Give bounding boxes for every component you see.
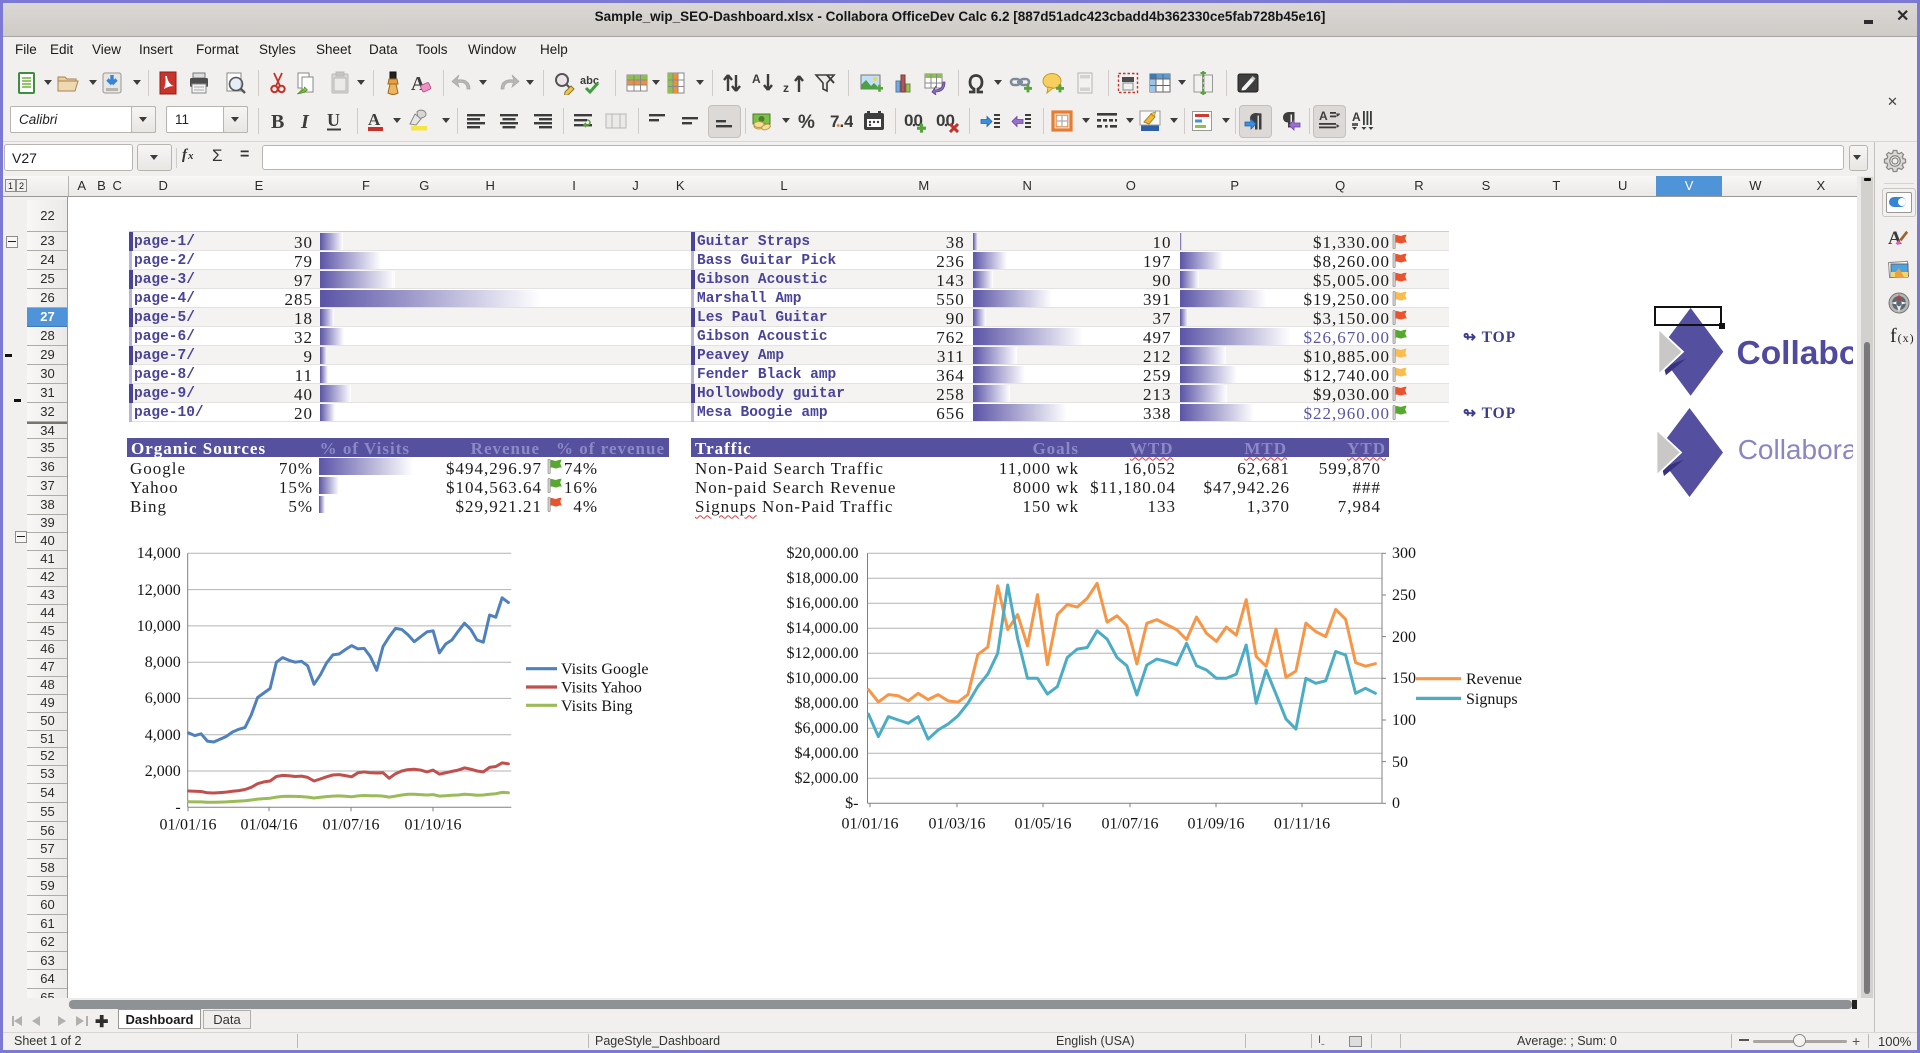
svg-text:A: A — [1888, 228, 1902, 249]
svg-text:A: A — [1352, 110, 1361, 124]
svg-text:50: 50 — [1392, 754, 1408, 771]
svg-text:01/04/16: 01/04/16 — [241, 816, 298, 833]
svg-text:01/01/16: 01/01/16 — [160, 816, 217, 833]
svg-text:z: z — [783, 81, 789, 95]
svg-text:%: % — [798, 112, 815, 133]
svg-text:2,000: 2,000 — [145, 763, 181, 780]
svg-text:$6,000.00: $6,000.00 — [795, 720, 859, 737]
svg-text:$20,000.00: $20,000.00 — [787, 545, 859, 562]
svg-text:7.4: 7.4 — [830, 112, 853, 131]
svg-text:$10,000.00: $10,000.00 — [787, 670, 859, 687]
svg-text:A: A — [752, 72, 761, 86]
svg-text:$18,000.00: $18,000.00 — [787, 570, 859, 587]
svg-text:200: 200 — [1392, 629, 1416, 646]
svg-text:01/07/16: 01/07/16 — [1102, 815, 1159, 832]
svg-text:A: A — [368, 110, 381, 129]
svg-text:Signups: Signups — [1466, 691, 1518, 708]
svg-text:01/05/16: 01/05/16 — [1015, 815, 1072, 832]
svg-text:$4,000.00: $4,000.00 — [795, 745, 859, 762]
svg-text:10,000: 10,000 — [137, 618, 181, 635]
svg-text:0: 0 — [1392, 795, 1400, 812]
svg-text:$-: $- — [845, 795, 858, 812]
svg-text:01/01/16: 01/01/16 — [842, 815, 899, 832]
svg-text:8,000: 8,000 — [145, 654, 181, 671]
svg-text:150: 150 — [1392, 670, 1416, 687]
svg-text:A: A — [1319, 109, 1328, 123]
svg-text:$2,000.00: $2,000.00 — [795, 770, 859, 787]
svg-text:4,000: 4,000 — [145, 727, 181, 744]
svg-text:01/09/16: 01/09/16 — [1188, 815, 1245, 832]
svg-text:100: 100 — [1392, 712, 1416, 729]
svg-text:Revenue: Revenue — [1466, 671, 1522, 688]
svg-text:Collabora: Collabora — [1737, 335, 1854, 372]
svg-text:B: B — [271, 111, 284, 133]
svg-text:Visits Bing: Visits Bing — [561, 698, 633, 715]
svg-text:01/03/16: 01/03/16 — [929, 815, 986, 832]
svg-text:250: 250 — [1392, 587, 1416, 604]
svg-text:01/11/16: 01/11/16 — [1274, 815, 1330, 832]
svg-text:Collabora: Collabora — [1738, 434, 1853, 465]
svg-text:Visits Google: Visits Google — [561, 661, 648, 678]
svg-text:12,000: 12,000 — [137, 582, 181, 599]
svg-text:$16,000.00: $16,000.00 — [787, 595, 859, 612]
svg-text:U: U — [327, 110, 340, 130]
svg-text:-: - — [175, 799, 180, 816]
svg-text:$12,000.00: $12,000.00 — [787, 645, 859, 662]
svg-text:$14,000.00: $14,000.00 — [787, 620, 859, 637]
svg-text:300: 300 — [1392, 545, 1416, 562]
svg-text:$8,000.00: $8,000.00 — [795, 695, 859, 712]
svg-text:6,000: 6,000 — [145, 690, 181, 707]
svg-text:14,000: 14,000 — [137, 545, 181, 562]
svg-text:01/10/16: 01/10/16 — [405, 816, 462, 833]
svg-text:Visits Yahoo: Visits Yahoo — [561, 680, 642, 697]
svg-text:I: I — [300, 111, 310, 133]
svg-text:01/07/16: 01/07/16 — [323, 816, 380, 833]
